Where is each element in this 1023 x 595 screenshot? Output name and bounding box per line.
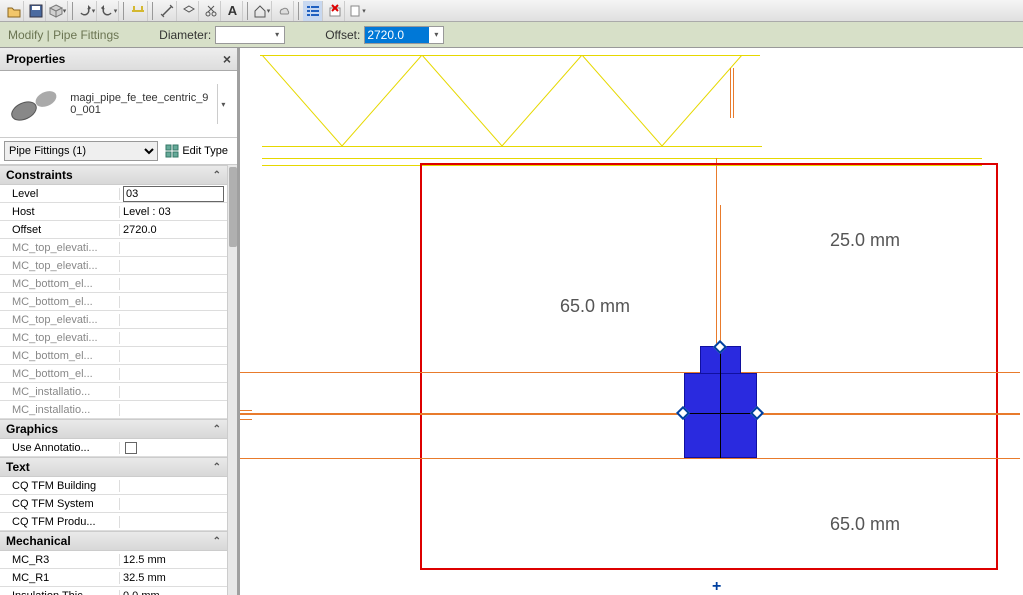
context-label: Modify | Pipe Fittings [8, 28, 119, 42]
chevron-up-icon: ⌃ [213, 462, 221, 473]
offset-select[interactable]: 2720.0 mm ▾ [364, 26, 444, 44]
prop-key: CQ TFM System [0, 498, 120, 510]
prop-key: MC_top_elevati... [0, 260, 120, 272]
prop-key: MC_R1 [0, 572, 120, 584]
diameter-select[interactable]: ▾ [215, 26, 285, 44]
save-icon[interactable] [26, 1, 46, 21]
cancel-icon[interactable] [325, 1, 345, 21]
list-icon[interactable] [303, 1, 323, 21]
dim-label-bottom-right[interactable]: 65.0 mm [830, 514, 900, 535]
chevron-up-icon: ⌃ [213, 170, 221, 181]
section-constraints[interactable]: Constraints⌃ [0, 165, 227, 185]
measure-icon[interactable] [157, 1, 177, 21]
section-text[interactable]: Text⌃ [0, 457, 227, 477]
prop-key: MC_bottom_el... [0, 350, 120, 362]
prop-key: MC_bottom_el... [0, 368, 120, 380]
prop-key: MC_installatio... [0, 386, 120, 398]
edit-type-label: Edit Type [182, 145, 228, 157]
prop-val[interactable] [120, 496, 227, 512]
prop-val[interactable]: 32.5 mm [120, 570, 227, 586]
diameter-label: Diameter: [159, 28, 211, 42]
scroll-thumb[interactable] [229, 167, 237, 247]
prop-key: MC_top_elevati... [0, 332, 120, 344]
prop-key: CQ TFM Building [0, 480, 120, 492]
prop-key: MC_top_elevati... [0, 314, 120, 326]
align-icon[interactable] [128, 1, 148, 21]
prop-key: Insulation Thic... [0, 590, 120, 595]
prop-val[interactable]: Level : 03 [120, 204, 227, 220]
prop-key: MC_R3 [0, 554, 120, 566]
properties-title: Properties [6, 52, 65, 66]
text-icon[interactable]: A [223, 1, 243, 21]
family-name: magi_pipe_fe_tee_centric_90_001 [70, 92, 211, 116]
type-selector-row: Pipe Fittings (1) Edit Type [0, 138, 237, 165]
undo-icon[interactable]: ▾ [77, 1, 97, 21]
section-mechanical[interactable]: Mechanical⌃ [0, 531, 227, 551]
offset-label: Offset: [325, 28, 360, 42]
dim-label-left[interactable]: 65.0 mm [560, 296, 630, 317]
home-icon[interactable]: ▾ [252, 1, 272, 21]
page-icon[interactable]: ▾ [347, 1, 367, 21]
cut-icon[interactable] [201, 1, 221, 21]
prop-val[interactable]: 0.0 mm [120, 588, 227, 595]
prop-key: Use Annotatio... [0, 442, 120, 454]
scrollbar[interactable] [227, 165, 237, 595]
chevron-up-icon: ⌃ [213, 536, 221, 547]
prop-key: CQ TFM Produ... [0, 516, 120, 528]
family-preview[interactable]: magi_pipe_fe_tee_centric_90_001 ▾ [0, 71, 237, 138]
prop-val[interactable]: 2720.0 [120, 222, 227, 238]
prop-key: Level [0, 188, 120, 200]
drawing-canvas[interactable]: 65.0 mm 25.0 mm 65.0 mm + [240, 48, 1023, 595]
close-icon[interactable]: × [223, 51, 231, 67]
open-icon[interactable] [4, 1, 24, 21]
section-graphics[interactable]: Graphics⌃ [0, 419, 227, 439]
prop-key: Offset [0, 224, 120, 236]
prop-key: MC_bottom_el... [0, 278, 120, 290]
edit-type-icon [165, 144, 179, 158]
prop-val[interactable]: 12.5 mm [120, 552, 227, 568]
family-dropdown-icon[interactable]: ▾ [217, 84, 229, 124]
top-toolbar: ▾ ▾ ▾ A ▾ ▾ [0, 0, 1023, 22]
prop-key: MC_top_elevati... [0, 242, 120, 254]
redo-icon[interactable]: ▾ [99, 1, 119, 21]
dim-label-top-right[interactable]: 25.0 mm [830, 230, 900, 251]
edit-type-button[interactable]: Edit Type [160, 141, 233, 161]
prop-key: Host [0, 206, 120, 218]
cloud-icon[interactable] [274, 1, 294, 21]
type-selector[interactable]: Pipe Fittings (1) [4, 141, 158, 161]
3d-icon[interactable] [179, 1, 199, 21]
cursor-crosshair-icon: + [712, 578, 721, 595]
family-thumbnail-icon [8, 79, 64, 129]
ribbon-bar: Modify | Pipe Fittings Diameter: ▾ Offse… [0, 22, 1023, 48]
use-annotation-checkbox[interactable] [125, 442, 137, 454]
chevron-up-icon: ⌃ [213, 424, 221, 435]
prop-val[interactable] [120, 478, 227, 494]
level-input[interactable] [123, 186, 224, 202]
prop-key: MC_installatio... [0, 404, 120, 416]
properties-header: Properties × [0, 48, 237, 71]
prop-val[interactable] [120, 514, 227, 530]
cube-icon[interactable]: ▾ [48, 1, 68, 21]
offset-value[interactable]: 2720.0 mm [365, 27, 429, 43]
prop-key: MC_bottom_el... [0, 296, 120, 308]
properties-panel: Properties × magi_pipe_fe_tee_centric_90… [0, 48, 240, 595]
